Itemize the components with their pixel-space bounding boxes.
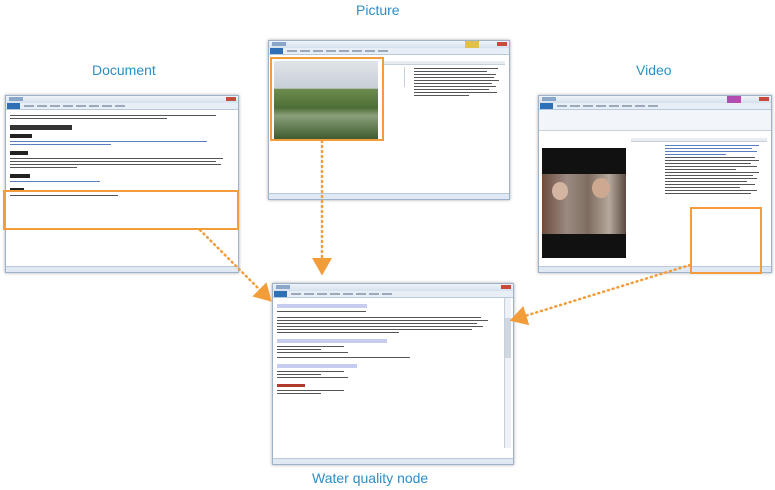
video-timeline (539, 110, 771, 131)
quick-access-toolbar-icon[interactable] (9, 97, 23, 101)
region-table (384, 61, 505, 139)
node-ribbon (273, 291, 513, 298)
close-icon[interactable] (226, 97, 236, 101)
dotted-arrow-icon (509, 263, 692, 326)
quick-access-toolbar-icon[interactable] (276, 285, 290, 289)
file-button[interactable] (540, 103, 553, 109)
close-icon[interactable] (497, 42, 507, 46)
picture-caption: Picture (356, 2, 400, 18)
video-highlight (690, 207, 762, 274)
node-body (273, 298, 503, 399)
video-frame (542, 148, 626, 258)
document-highlight (3, 190, 239, 230)
document-ribbon (6, 103, 238, 110)
picture-title-bar (269, 41, 509, 48)
node-window (272, 283, 514, 465)
node-scrollbar[interactable] (504, 298, 511, 448)
file-button[interactable] (270, 48, 283, 54)
quick-access-toolbar-icon[interactable] (542, 97, 556, 101)
quick-access-toolbar-icon[interactable] (272, 42, 286, 46)
document-status-bar (6, 266, 238, 272)
node-status-bar (273, 458, 513, 464)
picture-status-bar (269, 193, 509, 199)
close-icon[interactable] (501, 285, 511, 289)
picture-highlight (270, 57, 384, 141)
file-button[interactable] (274, 291, 287, 297)
document-body (6, 110, 238, 201)
picture-ribbon (269, 48, 509, 55)
document-title-bar (6, 96, 238, 103)
document-caption: Document (92, 62, 156, 78)
node-caption: Water quality node (312, 470, 429, 486)
close-icon[interactable] (759, 97, 769, 101)
document-window (5, 95, 239, 273)
video-ribbon (539, 103, 771, 110)
video-title-bar (539, 96, 771, 103)
file-button[interactable] (7, 103, 20, 109)
video-caption: Video (636, 62, 672, 78)
node-title-bar (273, 284, 513, 291)
